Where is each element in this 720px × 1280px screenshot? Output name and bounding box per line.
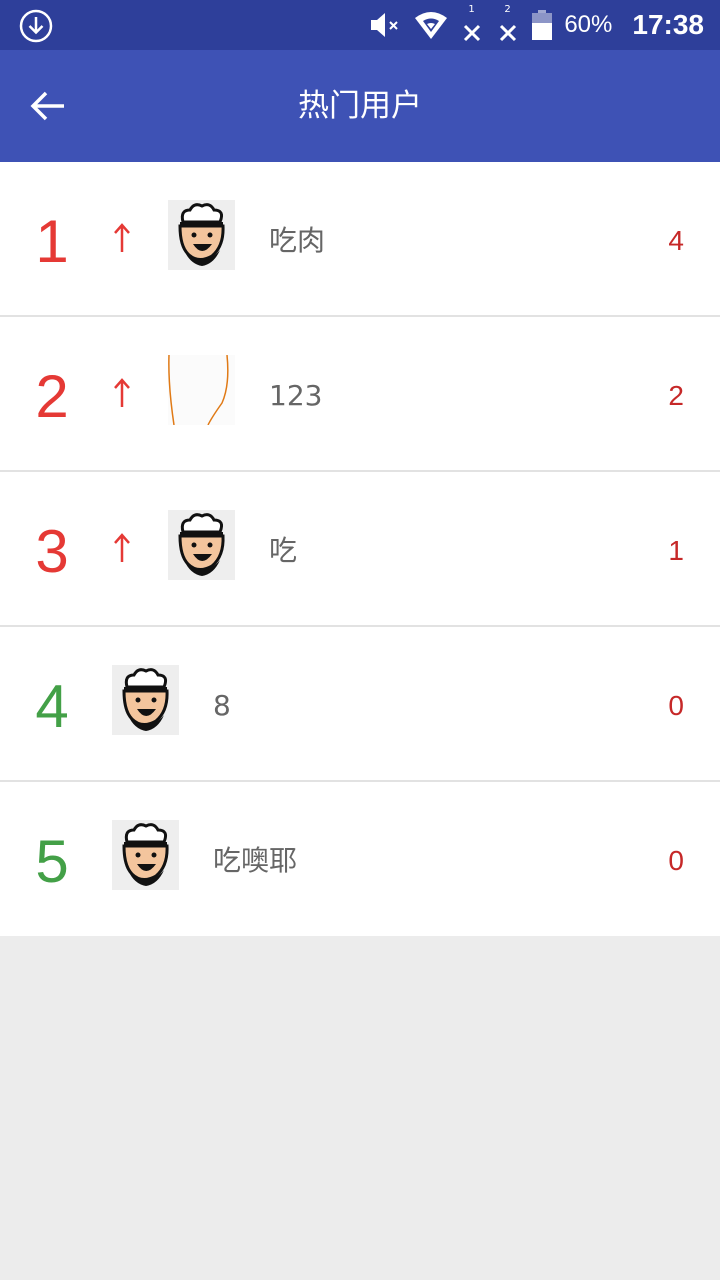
user-score: 1	[668, 535, 684, 566]
rank-number: 2	[35, 363, 69, 430]
rank-up-arrow-icon	[114, 533, 130, 562]
list-item[interactable]: 5 吃噢耶 0	[0, 782, 720, 936]
list-item[interactable]: 3 吃 1	[0, 472, 720, 627]
rank-number: 3	[35, 518, 69, 585]
status-bar: 1 2 60% 17:38	[0, 0, 720, 50]
user-name: 8	[213, 689, 231, 722]
sketch-avatar-icon	[168, 355, 235, 425]
chef-avatar-icon	[112, 665, 179, 735]
wifi-icon	[415, 12, 448, 39]
rank-number: 5	[35, 828, 69, 895]
chef-avatar-icon	[112, 820, 179, 890]
rank-up-arrow-icon	[114, 223, 130, 252]
mute-icon	[371, 13, 399, 37]
download-icon	[19, 9, 53, 43]
user-name: 吃肉	[269, 224, 326, 257]
list-item[interactable]: 2 123 2	[0, 317, 720, 472]
user-score: 0	[668, 845, 684, 876]
chef-avatar-icon	[168, 510, 235, 580]
rank-up-arrow-icon	[114, 378, 130, 407]
user-name: 吃	[269, 534, 298, 567]
user-score: 2	[668, 380, 684, 411]
user-name: 123	[269, 379, 323, 412]
user-score: 4	[668, 225, 684, 256]
user-score: 0	[668, 690, 684, 721]
sim2-label: 2	[504, 4, 511, 15]
chef-avatar-icon	[168, 200, 235, 270]
sim2-no-signal-icon: 2	[496, 4, 520, 42]
back-arrow-icon[interactable]	[24, 82, 72, 130]
app-bar: 热门用户	[0, 50, 720, 162]
list-item[interactable]: 4 8 0	[0, 627, 720, 782]
clock: 17:38	[632, 9, 704, 40]
page-title: 热门用户	[298, 88, 422, 124]
sim1-label: 1	[468, 4, 475, 15]
list-item[interactable]: 1 吃肉 4	[0, 162, 720, 317]
sim1-no-signal-icon: 1	[460, 4, 484, 42]
rank-number: 1	[35, 208, 69, 275]
hot-users-list: 1 吃肉 4 2 123 2 3 吃 1 4 8 0 5 吃噢耶 0	[0, 162, 720, 936]
battery-percentage: 60%	[564, 11, 613, 38]
rank-number: 4	[35, 673, 69, 740]
user-name: 吃噢耶	[213, 844, 298, 877]
battery-icon	[532, 10, 553, 40]
